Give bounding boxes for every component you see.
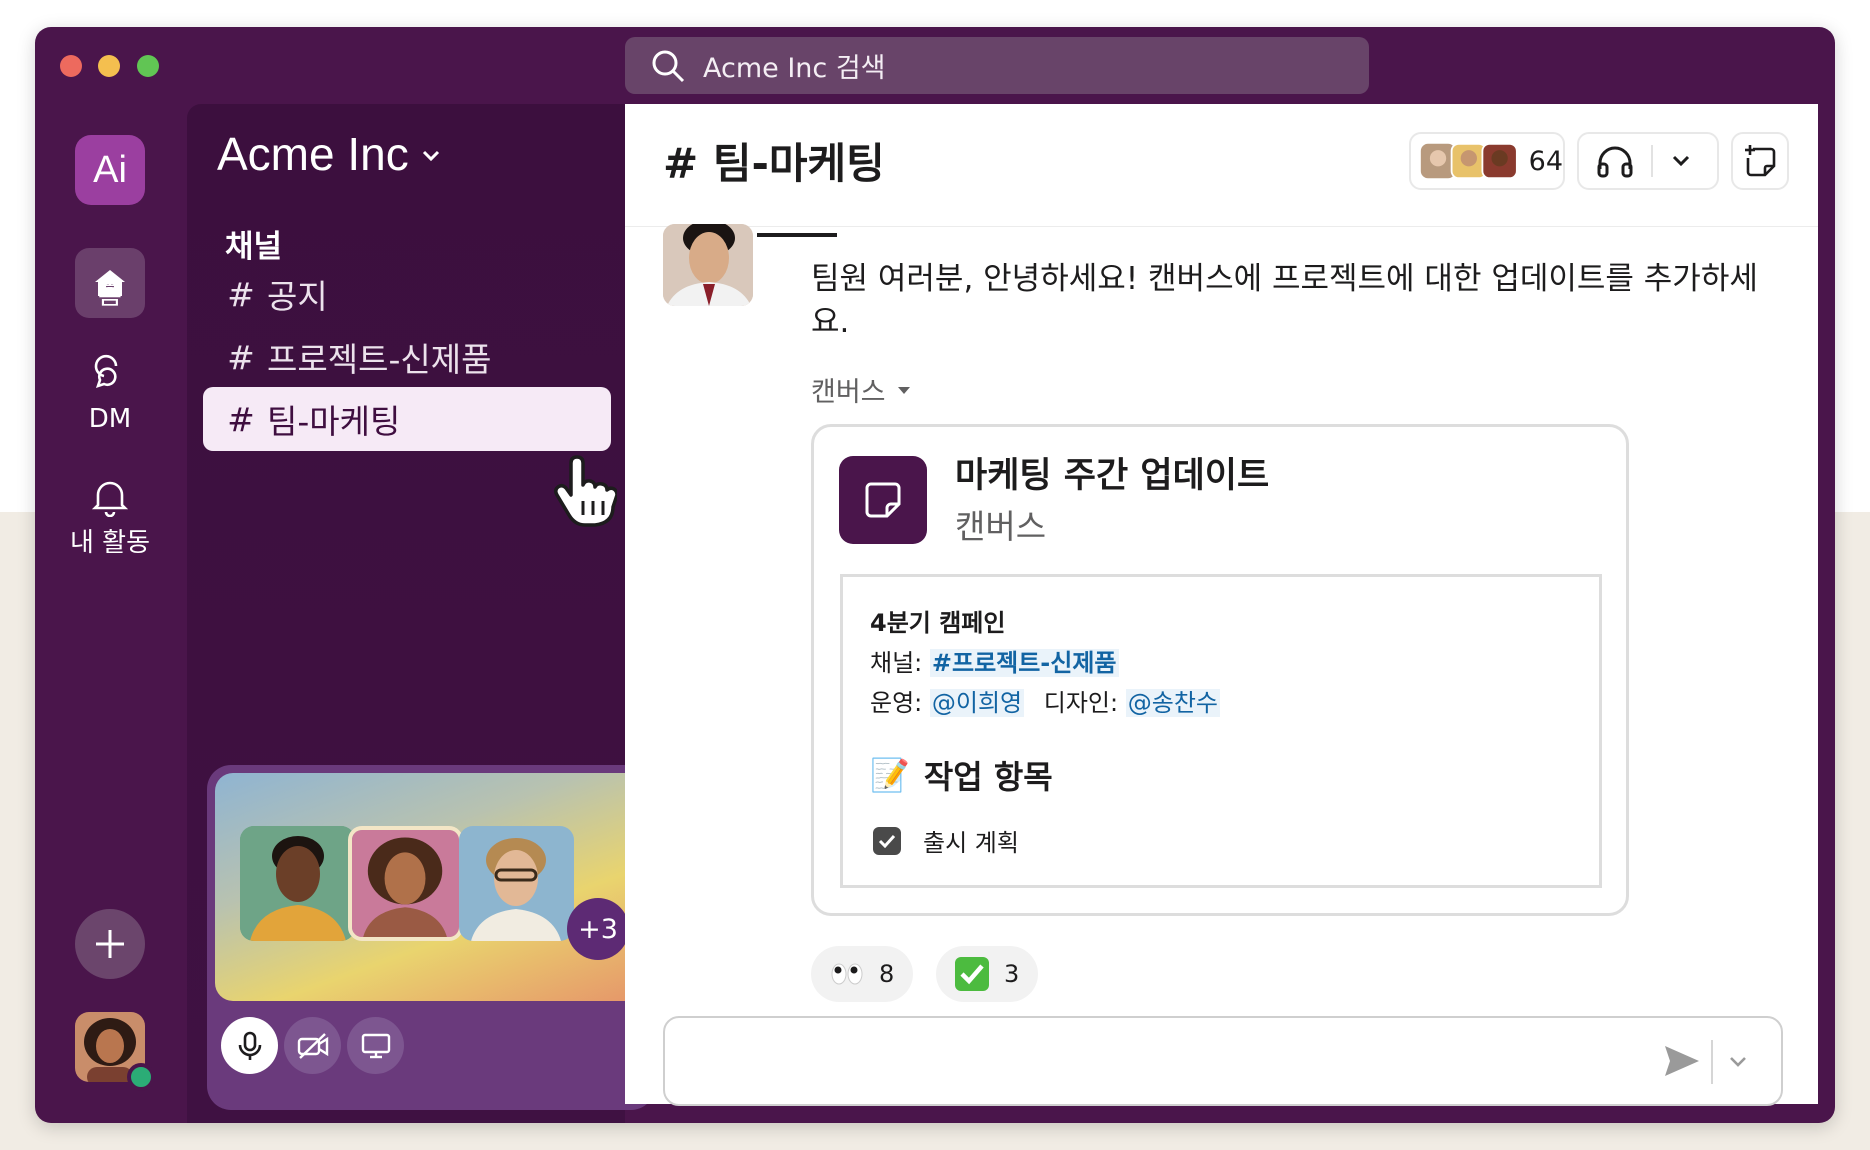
workspace-logo[interactable]: Ai [75,135,145,205]
new-canvas-button[interactable] [1731,132,1789,190]
reaction-count: 3 [1004,960,1020,988]
video-toggle-button[interactable] [284,1017,341,1074]
member-avatars [1420,142,1518,180]
headphones-icon [1597,146,1633,178]
canvas-card-subtitle: 캔버스 [955,507,1047,546]
microphone-icon [238,1031,261,1060]
sidebar-item-team-marketing[interactable]: # 팀-마케팅 [203,387,611,451]
reaction-eyes[interactable]: 8 [811,946,913,1002]
zoom-window-button[interactable] [137,55,159,77]
message-author-avatar[interactable] [663,224,753,306]
search-icon [652,50,685,82]
canvas-preview: 4분기 캠페인 채널: #프로젝트-신제품 운영: @이희영 디자인: @송찬수… [840,574,1602,888]
check-emoji-icon [954,956,990,992]
channel-title[interactable]: # 팀-마케팅 [663,130,885,191]
channels-section-label[interactable]: 채널 [225,221,282,266]
sidebar-item-label: 공지 [267,277,328,316]
share-screen-button[interactable] [347,1017,404,1074]
checkmark-icon [878,834,896,848]
participant-tile-active-speaker[interactable] [348,826,463,941]
author-photo [663,224,753,306]
participant-tile[interactable] [240,826,355,941]
reaction-count: 8 [879,960,895,988]
canvas-card-icon [839,456,927,544]
video-off-icon [297,1032,328,1059]
app-window: Acme Inc 검색 Ai 홈 DM 내 활동 Acme Inc 채널 # 공… [35,27,1835,1123]
huddle-video[interactable]: +3 [215,773,647,1001]
search-bar[interactable]: Acme Inc 검색 [625,37,1369,94]
mute-button[interactable] [221,1017,278,1074]
doc-section-heading: 📝 작업 항목 [870,752,1053,798]
task-label: 출시 계획 [923,829,1019,857]
dm-button[interactable] [75,337,145,407]
canvas-add-icon [1745,145,1776,177]
close-window-button[interactable] [60,55,82,77]
sidebar-item-label: 프로젝트-신제품 [267,340,492,379]
channel-members-button[interactable]: 64 [1409,132,1565,190]
channel-link[interactable]: #프로젝트-신제품 [929,649,1119,677]
doc-owners-line: 운영: @이희영 디자인: @송찬수 [870,683,1220,718]
task-item: 출시 계획 [873,823,1019,858]
sidebar-item-announcements[interactable]: # 공지 [203,262,611,326]
minimize-window-button[interactable] [98,55,120,77]
canvas-icon [865,482,901,518]
search-placeholder: Acme Inc 검색 [703,53,886,84]
participant-tile[interactable] [459,826,574,941]
sidebar-item-label: 팀-마케팅 [267,402,401,441]
checkbox-checked[interactable] [873,826,901,855]
header-divider [625,226,1818,227]
ops-mention[interactable]: @이희영 [929,689,1025,717]
dm-icon [94,354,118,389]
canvas-card-title: 마케팅 주간 업데이트 [955,456,1270,496]
activity-label: 내 활동 [69,528,151,558]
caret-down-icon [897,386,910,394]
reaction-check[interactable]: 3 [936,946,1038,1002]
message-text: 팀원 여러분, 안녕하세요! 캔버스에 프로젝트에 대한 업데이트를 추가하세요… [811,261,1758,340]
hash-icon: # [227,274,255,314]
chevron-down-icon[interactable] [1671,154,1691,168]
doc-channel-prefix: 채널: [870,649,930,677]
doc-section-title: 작업 항목 [923,758,1053,796]
canvas-toggle[interactable]: 캔버스 [811,370,912,409]
canvas-card[interactable]: 마케팅 주간 업데이트 캔버스 4분기 캠페인 채널: #프로젝트-신제품 운영… [811,424,1629,916]
message-composer[interactable] [663,1016,1783,1106]
plus-icon [96,930,124,958]
home-label: 홈 [98,281,122,311]
presence-indicator [127,1063,155,1091]
screen-share-icon [361,1033,390,1058]
huddle-panel: +3 [207,765,655,1110]
participant-avatar [352,830,459,937]
participant-avatar [240,826,355,941]
canvas-toggle-label: 캔버스 [811,377,886,408]
sidebar-item-project-new-product[interactable]: # 프로젝트-신제품 [203,325,611,389]
doc-channel-line: 채널: #프로젝트-신제품 [870,643,1119,678]
chevron-down-icon [422,150,439,162]
participant-avatar [459,826,574,941]
huddle-button[interactable] [1577,132,1719,190]
hash-icon: # [227,399,255,439]
add-button[interactable] [75,909,145,979]
doc-heading: 4분기 캠페인 [870,609,1006,637]
workspace-menu[interactable]: Acme Inc [217,127,441,181]
extra-participants-badge[interactable]: +3 [567,898,629,960]
design-mention[interactable]: @송찬수 [1125,689,1220,717]
memo-icon: 📝 [870,756,910,794]
doc-ops-prefix: 운영: [870,689,930,717]
hand-cursor-icon [553,455,617,527]
divider [1651,145,1653,177]
channel-view: # 팀-마케팅 64 팀원 여러분, 안녕하세요! 캔버스에 프로젝트에 대한 … [625,104,1818,1106]
chevron-down-icon[interactable] [1729,1056,1747,1068]
dm-label: DM [88,404,132,434]
send-divider [1711,1040,1713,1084]
doc-design-prefix: 디자인: [1043,689,1126,717]
bell-icon [92,481,128,517]
workspace-name: Acme Inc [217,128,409,180]
message-author-name-clipped [757,228,1057,238]
send-icon[interactable] [1663,1044,1701,1078]
eyes-emoji-icon [829,962,865,986]
hash-icon: # [227,337,255,377]
member-count: 64 [1528,145,1563,177]
